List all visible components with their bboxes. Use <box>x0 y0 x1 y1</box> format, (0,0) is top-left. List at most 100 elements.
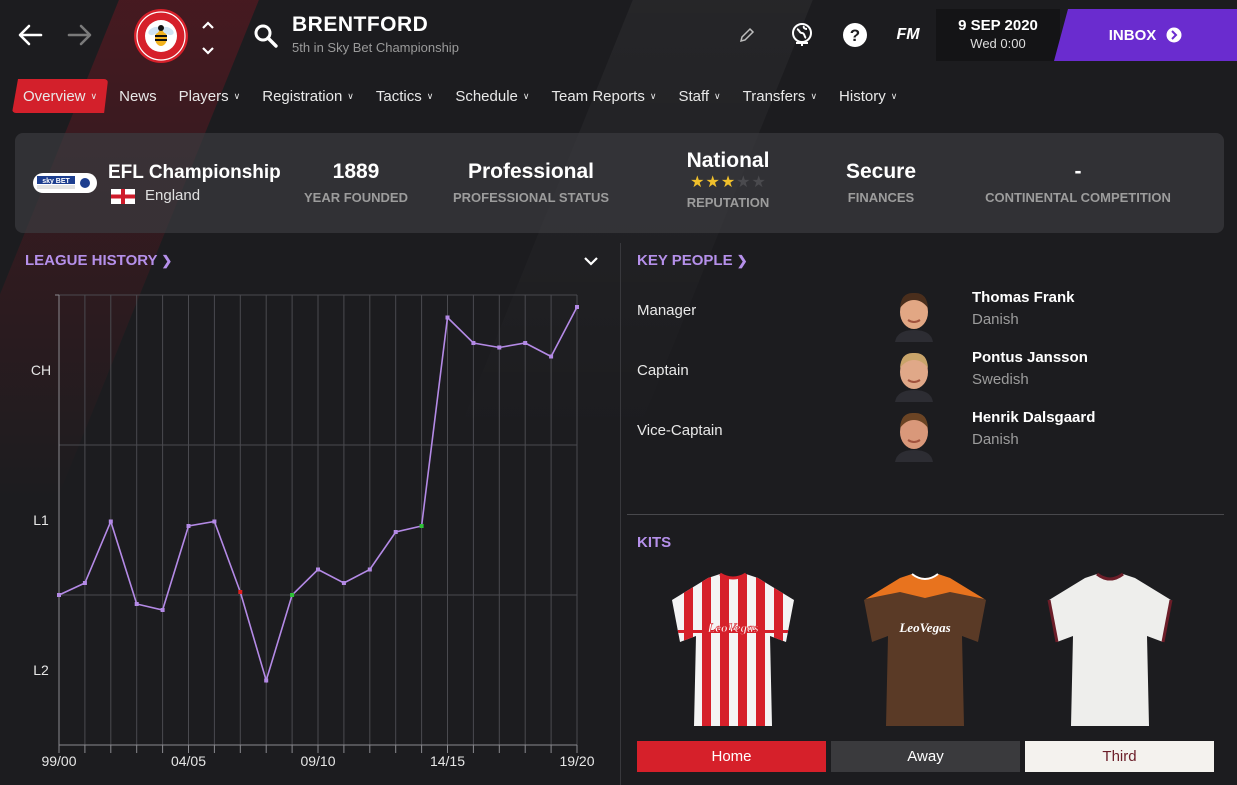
key-person-name[interactable]: Thomas Frank <box>972 289 1075 306</box>
club-crest-icon[interactable] <box>133 8 189 64</box>
forward-arrow-icon[interactable] <box>63 18 97 52</box>
tab-players[interactable]: Players ∨ <box>168 79 252 113</box>
data-point-16-17[interactable] <box>497 345 502 350</box>
fm-logo-icon[interactable]: FM <box>895 22 921 48</box>
chevron-down-icon: ∨ <box>522 90 530 101</box>
key-people-header[interactable]: KEY PEOPLE ❯ <box>637 252 748 269</box>
chevron-down-icon: ∨ <box>810 90 818 101</box>
person-photo[interactable] <box>889 406 939 462</box>
tab-transfers[interactable]: Transfers ∨ <box>732 79 828 113</box>
data-point-06-07[interactable] <box>238 590 243 594</box>
kits-title: KITS <box>637 534 672 551</box>
key-person-role: Manager <box>637 302 697 319</box>
star-icon: ★ <box>705 174 720 191</box>
chevron-right-icon: ❯ <box>161 253 173 268</box>
help-icon[interactable]: ? <box>842 22 868 48</box>
star-icon: ★ <box>720 174 736 191</box>
search-icon[interactable] <box>252 22 280 50</box>
arrow-circle-right-icon <box>1166 27 1182 43</box>
club-switcher[interactable] <box>198 20 218 56</box>
data-point-03-04[interactable] <box>160 608 165 612</box>
kit-away-button[interactable]: Away <box>831 741 1020 772</box>
inbox-button[interactable]: INBOX <box>1054 9 1237 61</box>
tab-news[interactable]: News <box>108 79 168 113</box>
home-kit-shirt[interactable]: LeoVegas <box>668 570 798 730</box>
tab-label: Team Reports <box>551 87 645 105</box>
data-point-11-12[interactable] <box>367 567 372 572</box>
date-text: 9 SEP 2020 <box>958 17 1038 34</box>
data-point-17-18[interactable] <box>523 341 528 345</box>
professional-status-label: PROFESSIONAL STATUS <box>452 190 609 205</box>
x-tick-label: 19/20 <box>559 753 594 769</box>
data-point-00-01[interactable] <box>82 581 87 585</box>
data-point-04-05[interactable] <box>186 524 191 528</box>
kit-third-button[interactable]: Third <box>1025 741 1214 772</box>
league-history-header[interactable]: LEAGUE HISTORY ❯ <box>25 252 172 269</box>
person-photo[interactable] <box>889 346 939 402</box>
tab-label: Registration <box>262 87 343 105</box>
key-person-role: Captain <box>637 362 689 379</box>
tab-label: Tactics <box>375 87 422 105</box>
key-person-nationality: Danish <box>972 311 1019 328</box>
tab-overview[interactable]: Overview ∨ <box>12 79 108 113</box>
england-flag-icon <box>111 189 135 204</box>
tab-schedule[interactable]: Schedule ∨ <box>444 79 540 113</box>
data-point-14-15[interactable] <box>445 315 450 320</box>
chevron-down-icon[interactable] <box>201 46 215 56</box>
time-text: Wed 0:00 <box>970 36 1026 51</box>
away-kit-shirt[interactable]: LeoVegas <box>860 570 990 730</box>
data-point-12-13[interactable] <box>393 530 398 534</box>
professional-status-value: Professional <box>467 160 595 183</box>
data-point-19-20[interactable] <box>575 305 579 309</box>
third-kit-shirt[interactable] <box>1045 570 1175 730</box>
tab-tactics[interactable]: Tactics ∨ <box>365 79 444 113</box>
competition-logo[interactable]: sky BET <box>33 173 97 193</box>
key-person-row: Captain Pontus Jansson Swedish <box>637 346 1227 406</box>
column-divider <box>620 243 621 785</box>
data-point-15-16[interactable] <box>471 341 476 345</box>
kit-home-button[interactable]: Home <box>637 741 826 772</box>
chevron-right-icon: ❯ <box>736 253 748 268</box>
year-founded-stat: 1889 YEAR FOUNDED <box>297 160 415 205</box>
chevron-up-icon[interactable] <box>201 20 215 30</box>
data-point-07-08[interactable] <box>264 678 269 683</box>
data-point-08-09[interactable] <box>290 593 295 597</box>
key-people-title: KEY PEOPLE <box>637 252 733 269</box>
data-point-05-06[interactable] <box>212 519 217 524</box>
league-history-dropdown-icon[interactable] <box>583 254 601 270</box>
data-point-13-14[interactable] <box>419 524 424 528</box>
club-info-bar: sky BET EFL Championship England 1889 YE… <box>15 133 1224 233</box>
tab-label: Transfers <box>742 87 806 105</box>
competition-name[interactable]: EFL Championship <box>108 162 281 184</box>
data-point-01-02[interactable] <box>108 519 113 524</box>
data-point-09-10[interactable] <box>316 567 320 572</box>
competition-country[interactable]: England <box>145 187 200 204</box>
tab-history[interactable]: History ∨ <box>828 79 908 113</box>
chevron-down-icon: ∨ <box>649 90 657 101</box>
tab-team-reports[interactable]: Team Reports ∨ <box>540 79 667 113</box>
game-date[interactable]: 9 SEP 2020 Wed 0:00 <box>936 9 1060 61</box>
edit-pencil-icon[interactable] <box>734 22 760 48</box>
star-icon: ★ <box>751 174 766 191</box>
person-photo[interactable] <box>889 286 939 342</box>
finances-stat: Secure FINANCES <box>833 160 929 205</box>
key-person-name[interactable]: Pontus Jansson <box>972 349 1088 366</box>
key-person-nationality: Swedish <box>972 371 1029 388</box>
year-founded-value: 1889 <box>332 160 380 183</box>
back-arrow-icon[interactable] <box>13 18 47 52</box>
chevron-down-icon: ∨ <box>347 90 354 101</box>
tab-registration[interactable]: Registration ∨ <box>251 79 365 113</box>
tab-staff[interactable]: Staff ∨ <box>667 79 731 113</box>
data-point-99-00[interactable] <box>57 593 61 597</box>
data-point-10-11[interactable] <box>341 581 346 585</box>
key-person-name[interactable]: Henrik Dalsgaard <box>972 409 1095 426</box>
world-icon[interactable] <box>789 22 815 48</box>
year-founded-label: YEAR FOUNDED <box>303 190 408 205</box>
data-point-18-19[interactable] <box>549 354 554 359</box>
data-point-02-03[interactable] <box>134 602 139 606</box>
club-name[interactable]: BRENTFORD <box>292 13 428 37</box>
reputation-label: REPUTATION <box>686 195 770 210</box>
competition-logo-text: sky BET <box>42 178 70 185</box>
svg-text:?: ? <box>850 26 860 45</box>
section-divider <box>627 514 1224 515</box>
